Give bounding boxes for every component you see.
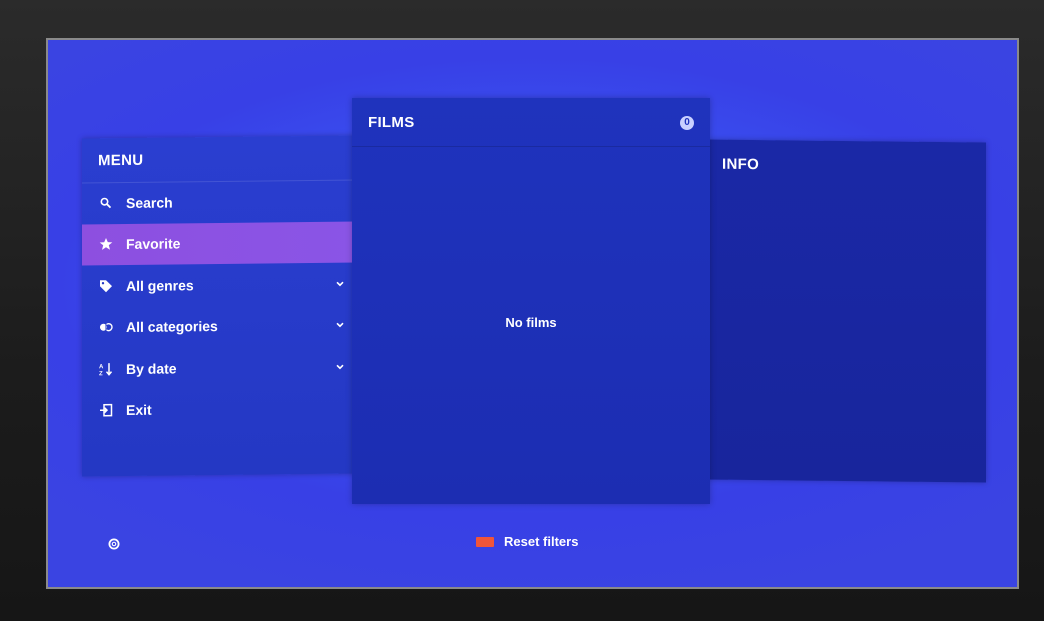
menu-item-label: Favorite — [126, 235, 181, 253]
films-panel: FILMS 0 No films — [352, 98, 710, 504]
menu-item-exit[interactable]: Exit — [82, 387, 357, 431]
reset-filters-label: Reset filters — [504, 534, 579, 549]
svg-text:Z: Z — [99, 371, 103, 376]
menu-item-label: All categories — [126, 318, 218, 336]
chevron-down-icon — [336, 281, 344, 287]
films-empty-message: No films — [505, 315, 557, 330]
chevron-down-icon — [336, 364, 344, 370]
red-key-icon — [476, 536, 494, 547]
categories-icon — [98, 319, 114, 335]
menu-item-all-categories[interactable]: All categories — [82, 304, 357, 348]
tv-screen: MENU Search Favorite All genres All cate… — [46, 38, 1019, 589]
chevron-down-icon — [336, 322, 344, 328]
menu-item-label: By date — [126, 360, 177, 377]
films-title: FILMS — [368, 114, 415, 131]
menu-item-favorite[interactable]: Favorite — [82, 221, 357, 266]
menu-item-all-genres[interactable]: All genres — [82, 263, 357, 307]
menu-item-label: Search — [126, 194, 173, 211]
menu-item-label: All genres — [126, 277, 194, 294]
star-icon — [98, 236, 114, 252]
info-title: INFO — [722, 155, 760, 174]
films-count-badge: 0 — [680, 116, 694, 130]
sort-icon: AZ — [98, 361, 114, 377]
back-circle-icon — [108, 538, 120, 550]
tag-icon — [98, 278, 114, 294]
info-panel: INFO — [708, 139, 986, 483]
films-divider — [352, 146, 710, 147]
menu-item-label: Exit — [126, 401, 152, 419]
menu-item-search[interactable]: Search — [82, 180, 357, 224]
menu-list: Search Favorite All genres All categorie… — [82, 180, 357, 432]
svg-text:A: A — [99, 364, 104, 370]
reset-filters-button[interactable]: Reset filters — [476, 534, 578, 549]
menu-title: MENU — [98, 151, 144, 170]
menu-item-by-date[interactable]: AZ By date — [82, 346, 357, 390]
back-button[interactable] — [108, 537, 120, 550]
search-icon — [98, 195, 114, 211]
menu-panel: MENU Search Favorite All genres All cate… — [82, 135, 357, 477]
exit-icon — [98, 402, 114, 418]
